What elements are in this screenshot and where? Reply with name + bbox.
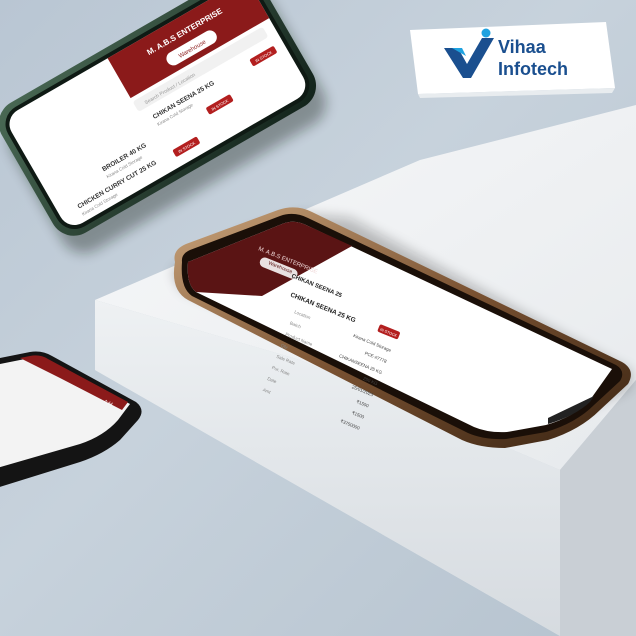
product-mockup-scene: M. A.B.S ENTERPRISE Warehouse Search Pro…: [0, 0, 636, 636]
brand-name-line1: Vihaa: [498, 37, 547, 57]
brand-name-line2: Infotech: [498, 59, 568, 79]
brand-logo: Vihaa Infotech: [410, 22, 615, 98]
